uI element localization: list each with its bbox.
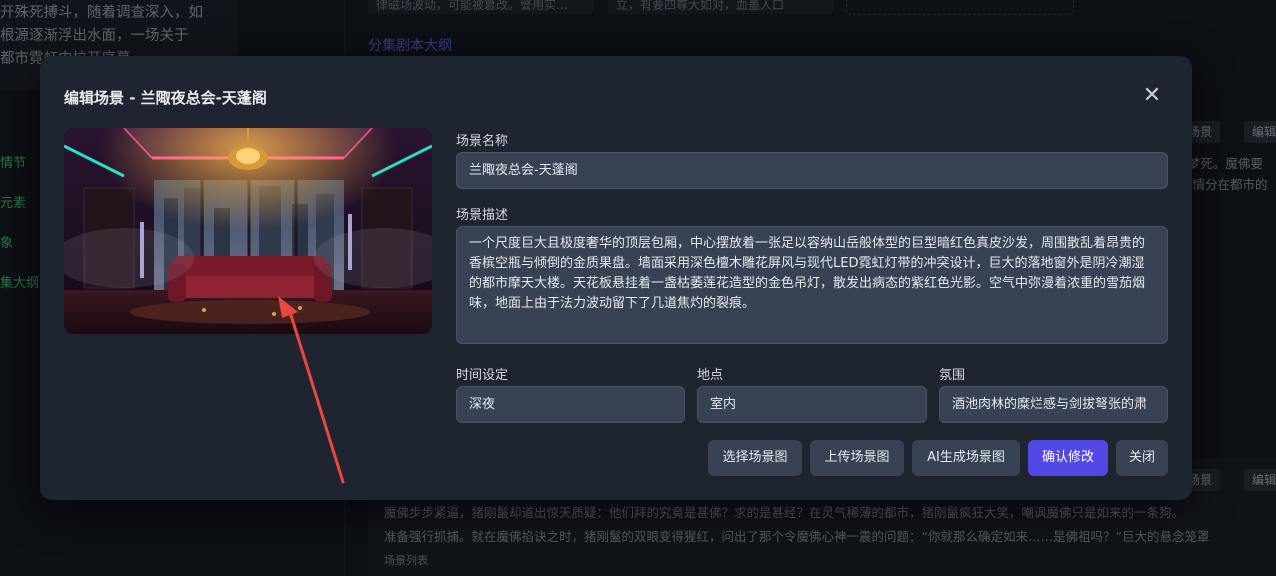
scene-image xyxy=(64,128,432,334)
time-setting-label: 时间设定 xyxy=(456,368,509,383)
atmosphere-label: 氛围 xyxy=(939,368,966,383)
scene-name-input[interactable]: 兰陬夜总会-天蓬阁 xyxy=(456,152,1168,189)
upload-scene-image-button[interactable]: 上传场景图 xyxy=(810,440,904,476)
scene-description-textarea[interactable]: 一个尺度巨大且极度奢华的顶层包厢，中心摆放着一张足以容纳山岳般体型的巨型暗红色真… xyxy=(456,226,1168,344)
scene-image-illustration xyxy=(64,128,432,334)
close-icon[interactable]: ✕ xyxy=(1140,84,1164,108)
location-label: 地点 xyxy=(697,368,724,383)
confirm-edit-button[interactable]: 确认修改 xyxy=(1028,440,1108,476)
edit-scene-dialog: 编辑场景 - 兰陬夜总会-天蓬阁 ✕ 场景名称 兰陬夜总会-天蓬阁 场景描述 一… xyxy=(40,56,1192,500)
close-button[interactable]: 关闭 xyxy=(1116,440,1168,476)
select-scene-image-button[interactable]: 选择场景图 xyxy=(708,440,802,476)
ai-generate-scene-image-button[interactable]: AI生成场景图 xyxy=(912,440,1020,476)
atmosphere-input[interactable]: 酒池肉林的糜烂感与剑拔弩张的肃 xyxy=(939,386,1168,423)
location-input[interactable]: 室内 xyxy=(697,386,927,423)
scene-name-label: 场景名称 xyxy=(456,134,509,149)
time-setting-input[interactable]: 深夜 xyxy=(456,386,685,423)
dialog-title: 编辑场景 - 兰陬夜总会-天蓬阁 xyxy=(64,89,267,107)
scene-description-label: 场景描述 xyxy=(456,208,509,223)
